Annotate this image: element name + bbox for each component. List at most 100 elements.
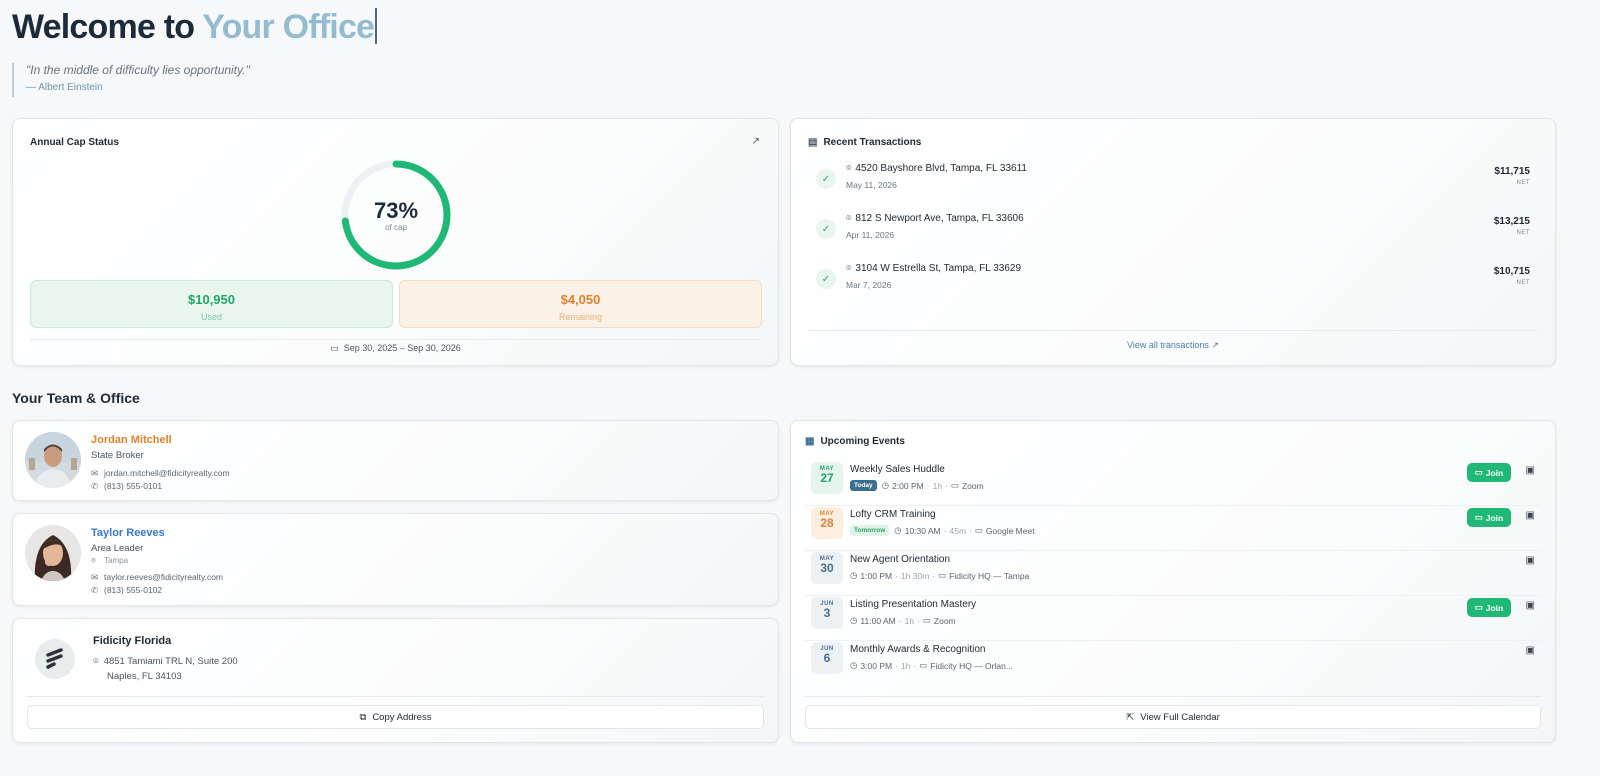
transaction-row[interactable]: ✓ ⌾ 4520 Bayshore Blvd, Tampa, FL 33611 M… [808, 163, 1538, 203]
team-member-phone[interactable]: ✆ (813) 555-0101 [91, 481, 162, 492]
join-button[interactable]: ▭ Join [1467, 598, 1511, 617]
calendar-icon: ▭ [330, 343, 339, 353]
event-day: 27 [820, 471, 834, 485]
team-member-phone[interactable]: ✆ (813) 555-0102 [91, 585, 162, 596]
event-duration: 1h [900, 660, 911, 671]
transaction-amount: $10,715 [1493, 266, 1530, 277]
view-all-transactions-link[interactable]: View all transactions ↗ [791, 340, 1555, 351]
quote-block: "In the middle of difficulty lies opport… [12, 63, 250, 97]
team-member-email[interactable]: ✉ jordan.mitchell@fidicityrealty.com [91, 468, 230, 479]
copy-address-label: Copy Address [372, 711, 432, 723]
video-icon: ▭ [938, 570, 947, 580]
event-meta: ◷ 1:00 PM · 1h 30m · ▭ Fidicity HQ — Tampa [850, 570, 1030, 581]
add-to-calendar-icon[interactable]: ▣ [1526, 645, 1535, 656]
add-to-calendar-icon[interactable]: ▣ [1526, 600, 1535, 611]
event-date-badge: MAY 30 [811, 552, 843, 584]
copy-address-button[interactable]: ⧉ Copy Address [27, 705, 764, 729]
transactions-title: Recent Transactions [823, 137, 922, 148]
add-to-calendar-icon[interactable]: ▣ [1526, 465, 1535, 476]
view-full-calendar-button[interactable]: ⇱ View Full Calendar [805, 705, 1541, 729]
event-duration: 1h 30m [900, 570, 930, 581]
event-time: 11:00 AM [860, 615, 896, 626]
divider [808, 330, 1538, 331]
add-to-calendar-icon[interactable]: ▣ [1526, 555, 1535, 566]
copy-icon: ⧉ [359, 711, 367, 723]
cap-period: ▭ Sep 30, 2025 – Sep 30, 2026 [13, 343, 778, 354]
event-row[interactable]: JUN 3 Listing Presentation Mastery ◷ 11:00… [805, 596, 1541, 638]
transaction-address: ⌾ 4520 Bayshore Blvd, Tampa, FL 33611 [846, 163, 1027, 174]
transaction-date: Mar 7, 2026 [846, 280, 892, 290]
join-button[interactable]: ▭ Join [1467, 463, 1511, 482]
event-date-badge: JUN 3 [811, 597, 843, 629]
event-meta: ◷ 11:00 AM · 1h · ▭ Zoom [850, 615, 956, 626]
transaction-amount: $13,215 [1493, 216, 1530, 227]
expand-arrow-icon[interactable]: ↗ [752, 136, 760, 147]
video-icon: ▭ [919, 660, 928, 670]
event-day: 28 [820, 516, 834, 530]
event-location: Google Meet [985, 525, 1035, 536]
team-member-name[interactable]: Taylor Reeves [91, 527, 165, 539]
event-day: 3 [823, 606, 831, 620]
status-badge: Tomorrow [850, 525, 890, 536]
video-icon: ▭ [1474, 512, 1483, 522]
email-text: taylor.reeves@fidicityrealty.com [104, 572, 224, 582]
name-text: Taylor Reeves [91, 527, 165, 539]
clock-icon: ◷ [850, 570, 858, 580]
welcome-header: Welcome to Your Office [12, 4, 378, 52]
external-link-icon: ⇱ [1126, 711, 1135, 723]
events-heading: ▦ Upcoming Events [805, 436, 905, 447]
phone-icon: ✆ [91, 481, 99, 491]
avatar [25, 432, 81, 488]
event-date-badge: MAY 27 [811, 462, 843, 494]
cap-period-text: Sep 30, 2025 – Sep 30, 2026 [343, 343, 461, 353]
transaction-address: ⌾ 812 S Newport Ave, Tampa, FL 33606 [846, 213, 1024, 224]
cap-used-value: $10,950 [188, 292, 235, 307]
event-day: 30 [820, 561, 834, 575]
event-title: Listing Presentation Mastery [850, 599, 977, 610]
quote-author: — Albert Einstein [26, 82, 103, 93]
join-button[interactable]: ▭ Join [1467, 508, 1511, 527]
map-pin-icon: ⌾ [93, 656, 99, 667]
event-row[interactable]: JUN 6 Monthly Awards & Recognition ◷ 3:00 … [805, 641, 1541, 683]
event-row[interactable]: MAY 28 Lofty CRM Training Tomorrow ◷ 10:30 … [805, 506, 1541, 548]
transaction-row[interactable]: ✓ ⌾ 3104 W Estrella St, Tampa, FL 33629 M… [808, 263, 1538, 303]
address-text: 812 S Newport Ave, Tampa, FL 33606 [855, 213, 1024, 224]
map-pin-icon: ⌾ [846, 213, 852, 223]
office-address-line1: ⌾ 4851 Tamiami TRL N, Suite 200 [93, 654, 238, 669]
check-circle-icon: ✓ [816, 219, 836, 239]
view-all-label: View all transactions [1127, 340, 1209, 350]
video-icon: ▭ [1474, 602, 1483, 612]
mail-icon: ✉ [91, 572, 99, 582]
status-badge: Today [850, 480, 877, 491]
event-day: 6 [823, 651, 831, 665]
event-date-badge: JUN 6 [811, 642, 843, 674]
event-title: New Agent Orientation [850, 554, 951, 565]
office-name: Fidicity Florida [93, 635, 172, 647]
transaction-amount-label: NET [1516, 230, 1530, 236]
map-pin-icon: ⌾ [846, 163, 852, 173]
view-calendar-label: View Full Calendar [1140, 711, 1220, 723]
phone-icon: ✆ [91, 585, 99, 595]
team-member-email[interactable]: ✉ taylor.reeves@fidicityrealty.com [91, 572, 223, 583]
office-card: Fidicity Florida ⌾ 4851 Tamiami TRL N, Su… [12, 618, 779, 743]
cap-title: Annual Cap Status [30, 137, 119, 148]
team-member-role: State Broker [91, 450, 144, 461]
event-row[interactable]: MAY 27 Weekly Sales Huddle Today ◷ 2:00 PM ·… [805, 461, 1541, 503]
join-label: Join [1485, 512, 1504, 523]
title-prefix: Welcome to [12, 8, 203, 46]
office-address: ⌾ 4851 Tamiami TRL N, Suite 200 Naples, F… [93, 654, 238, 684]
team-section-heading: Your Team & Office [12, 390, 140, 406]
transaction-row[interactable]: ✓ ⌾ 812 S Newport Ave, Tampa, FL 33606 Ap… [808, 213, 1538, 253]
location-text: Tampa [104, 556, 129, 565]
event-row[interactable]: MAY 30 New Agent Orientation ◷ 1:00 PM · 1h … [805, 551, 1541, 593]
team-member-name[interactable]: Jordan Mitchell [91, 434, 172, 446]
events-title: Upcoming Events [820, 436, 905, 447]
cap-used-box: $10,950 Used [30, 280, 393, 328]
calendar-icon: ▦ [805, 436, 815, 447]
video-icon: ▭ [974, 525, 983, 535]
event-duration: 45m [949, 525, 967, 536]
event-title: Monthly Awards & Recognition [850, 644, 986, 655]
check-circle-icon: ✓ [816, 269, 836, 289]
add-to-calendar-icon[interactable]: ▣ [1526, 510, 1535, 521]
clock-icon: ◷ [894, 525, 902, 535]
